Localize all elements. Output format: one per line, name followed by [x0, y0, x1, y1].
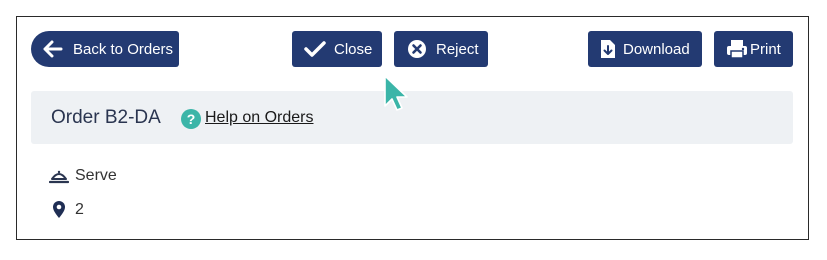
back-to-orders-label: Back to Orders: [73, 40, 174, 58]
close-button[interactable]: Close: [292, 31, 382, 67]
map-pin-icon: [49, 200, 69, 219]
question-circle-icon: ?: [181, 109, 201, 134]
service-type-label: Serve: [75, 167, 117, 184]
service-type-row: Serve: [49, 167, 117, 185]
serving-bell-icon: [49, 168, 69, 184]
location-value: 2: [75, 200, 84, 218]
close-label: Close: [334, 40, 373, 58]
back-to-orders-button[interactable]: Back to Orders: [31, 31, 179, 67]
reject-button[interactable]: Reject: [394, 31, 488, 67]
order-header-panel: Order B2-DA ? Help on Orders: [31, 91, 793, 144]
reject-label: Reject: [436, 40, 479, 58]
location-row: 2: [49, 200, 84, 219]
download-label: Download: [623, 40, 690, 58]
order-title: Order B2-DA: [51, 107, 161, 128]
svg-text:?: ?: [187, 111, 196, 127]
x-circle-icon: [407, 39, 427, 59]
file-download-icon: [600, 39, 616, 59]
arrow-left-icon: [43, 40, 63, 58]
print-label: Print: [750, 40, 781, 58]
checkmark-icon: [304, 40, 326, 58]
order-view: Back to Orders Close Reject Download Pri…: [16, 16, 809, 240]
mouse-cursor-icon: [383, 74, 409, 117]
printer-icon: [726, 39, 748, 59]
print-button[interactable]: Print: [714, 31, 793, 67]
help-on-orders-link[interactable]: Help on Orders: [205, 109, 314, 127]
download-button[interactable]: Download: [588, 31, 702, 67]
